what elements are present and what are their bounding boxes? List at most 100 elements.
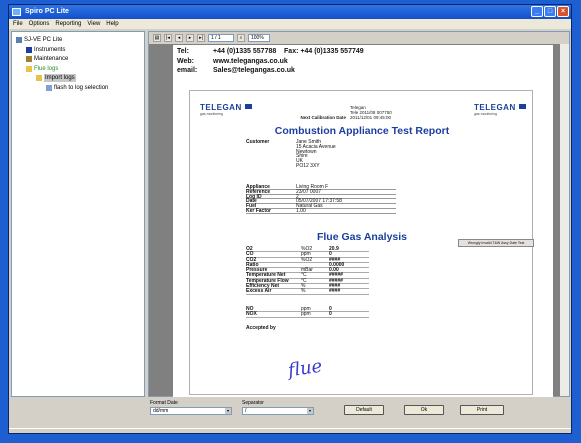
measurement-name: CO bbox=[246, 251, 254, 258]
flag-icon bbox=[519, 104, 526, 109]
report-page: Tel: +44 (0)1335 557788 Fax: +44 (0)1335 … bbox=[173, 45, 553, 397]
brand-sub: gas monitoring bbox=[200, 112, 223, 116]
menu-item-help[interactable]: Help bbox=[106, 19, 118, 29]
brand-text: TELEGAN bbox=[200, 103, 242, 112]
report-viewer: ▤ |◂ ◂ ▸ ▸| 1 / 1 ⌕ 100% Tel: +44 (0)1335… bbox=[148, 31, 570, 397]
measurement-unit: ppm bbox=[301, 251, 311, 258]
tree-item-label: flash to log selection bbox=[54, 84, 109, 91]
tree-item[interactable]: flash to log selection bbox=[46, 84, 108, 92]
bottom-bar: Format Date dd/mm ▾ Separator / ▾ Default … bbox=[148, 399, 570, 429]
folder-icon bbox=[26, 65, 32, 72]
status-bar bbox=[9, 428, 571, 433]
web-label: Web: bbox=[177, 57, 194, 65]
measurement-value: 0 bbox=[329, 251, 332, 258]
measurement-name: O2 bbox=[246, 246, 253, 252]
measurement-name: Excess Air bbox=[246, 288, 272, 295]
measurement-value: #### bbox=[329, 288, 341, 295]
default-button[interactable]: Default bbox=[344, 405, 384, 415]
flag-icon bbox=[245, 104, 252, 109]
measurement-unit: %O2 bbox=[301, 256, 313, 263]
fax-label: Fax: bbox=[284, 48, 299, 55]
customer-section: Customer Jane Smith 15 Acacia Avenue Newto… bbox=[246, 140, 396, 169]
brand-sub: gas monitoring bbox=[474, 112, 497, 116]
measurement-value: 0 bbox=[329, 306, 332, 312]
wrench-icon bbox=[26, 56, 32, 62]
header-key: Next Calibration Date bbox=[300, 115, 346, 120]
format-date-value: dd/mm bbox=[153, 408, 169, 414]
menu-item-file[interactable]: File bbox=[13, 19, 23, 29]
detail-value: 23/07 0007 bbox=[296, 188, 322, 195]
close-button[interactable]: × bbox=[557, 6, 569, 17]
extra-measurements: NO ppm 0 NOX ppm 0 bbox=[246, 306, 369, 318]
print-button[interactable]: Print bbox=[460, 405, 504, 415]
header-row: Next Calibration Date 2011/12/01 09:45:00 bbox=[276, 115, 446, 120]
page-number-field[interactable]: 1 / 1 bbox=[208, 34, 234, 42]
app-window: Spiro PC Lite _ □ × File Options Reporting… bbox=[8, 4, 572, 434]
menu-bar: File Options Reporting View Help bbox=[9, 19, 571, 29]
detail-value: Natural Gas bbox=[296, 203, 323, 210]
tree-item[interactable]: Maintenance bbox=[26, 55, 68, 63]
computer-icon bbox=[16, 37, 22, 43]
measurement-row: Excess Air% #### bbox=[246, 288, 369, 295]
first-page-icon[interactable]: |◂ bbox=[164, 34, 172, 42]
navigation-tree: SJ-VE PC Lite Instruments Maintenance Flue … bbox=[11, 31, 145, 397]
menu-item-reporting[interactable]: Reporting bbox=[55, 19, 81, 29]
separator-select[interactable]: / ▾ bbox=[242, 407, 314, 415]
last-page-icon[interactable]: ▸| bbox=[197, 34, 205, 42]
search-icon[interactable]: ⌕ bbox=[237, 34, 245, 42]
customer-line: PO12 3XY bbox=[296, 162, 320, 169]
accepted-section: Accepted by bbox=[246, 326, 296, 331]
measurement-row: NOX ppm 0 bbox=[246, 311, 369, 318]
instrument-icon bbox=[26, 46, 32, 53]
signature: flue bbox=[286, 355, 324, 382]
tree-item-label: Maintenance bbox=[34, 56, 69, 62]
telegan-logo-right: TELEGAN gas monitoring bbox=[474, 103, 526, 123]
window-title: Spiro PC Lite bbox=[25, 8, 69, 15]
separator-value: / bbox=[245, 408, 247, 414]
tree-item[interactable]: SJ-VE PC Lite bbox=[16, 36, 62, 44]
tree-item-label: Instruments bbox=[34, 46, 66, 53]
measurement-unit: % bbox=[301, 288, 306, 295]
email-label: email: bbox=[177, 67, 198, 74]
print-icon[interactable]: ▤ bbox=[153, 34, 161, 42]
menu-item-options[interactable]: Options bbox=[29, 19, 50, 29]
detail-value: 1.00 bbox=[296, 207, 306, 214]
report-header-info: Telegan Tele 2011/08 007750 Next Calibrati… bbox=[276, 105, 446, 120]
tel-label: Tel: bbox=[177, 48, 189, 55]
menu-item-view[interactable]: View bbox=[87, 19, 100, 29]
tree-item[interactable]: Instruments bbox=[26, 46, 65, 54]
fax-value: +44 (0)1335 557749 bbox=[300, 48, 364, 55]
tel-value: +44 (0)1335 557788 bbox=[213, 48, 277, 55]
tree-item[interactable]: Flue logs bbox=[26, 65, 58, 73]
viewer-toolbar: ▤ |◂ ◂ ▸ ▸| 1 / 1 ⌕ 100% bbox=[149, 32, 569, 44]
header-value: 2011/12/01 09:45:00 bbox=[350, 115, 391, 120]
measurements-table: O2 %O2 20.9 CO ppm 0 CO2 %O2 #### Ratio 0.0000 Pres… bbox=[246, 246, 369, 295]
tree-item-label: SJ-VE PC Lite bbox=[24, 37, 63, 43]
title-bar: Spiro PC Lite _ □ × bbox=[9, 5, 571, 19]
report-title: Combustion Appliance Test Report bbox=[274, 125, 450, 137]
tree-item-label: Flue logs bbox=[34, 65, 59, 72]
ok-button[interactable]: Ok bbox=[404, 405, 444, 415]
app-icon bbox=[12, 8, 21, 16]
maximize-button[interactable]: □ bbox=[544, 6, 556, 17]
separator-label: Separator bbox=[242, 400, 264, 406]
next-page-icon[interactable]: ▸ bbox=[186, 34, 194, 42]
format-date-select[interactable]: dd/mm ▾ bbox=[150, 407, 232, 415]
details-section: Appliance Living Room F Reference 23/07 000… bbox=[246, 185, 396, 214]
chevron-down-icon: ▾ bbox=[307, 408, 313, 414]
telegan-logo-left: TELEGAN gas monitoring bbox=[200, 103, 252, 123]
minimize-button[interactable]: _ bbox=[531, 6, 543, 17]
flue-gas-title: Flue Gas Analysis bbox=[316, 231, 408, 243]
vertical-scrollbar[interactable] bbox=[560, 44, 569, 396]
accepted-label: Accepted by bbox=[246, 325, 276, 331]
detail-row: Ker Factor 1.00 bbox=[246, 209, 396, 214]
email-value: Sales@telegangas.co.uk bbox=[213, 67, 295, 74]
log-icon bbox=[46, 84, 52, 91]
customer-row: PO12 3XY bbox=[246, 164, 396, 169]
tree-item[interactable]: Import logs bbox=[36, 74, 76, 82]
prev-page-icon[interactable]: ◂ bbox=[175, 34, 183, 42]
format-date-label: Format Date bbox=[150, 400, 178, 406]
import-icon bbox=[36, 75, 42, 81]
zoom-select[interactable]: 100% bbox=[248, 34, 270, 42]
measurement-value: 20.9 bbox=[329, 246, 339, 252]
